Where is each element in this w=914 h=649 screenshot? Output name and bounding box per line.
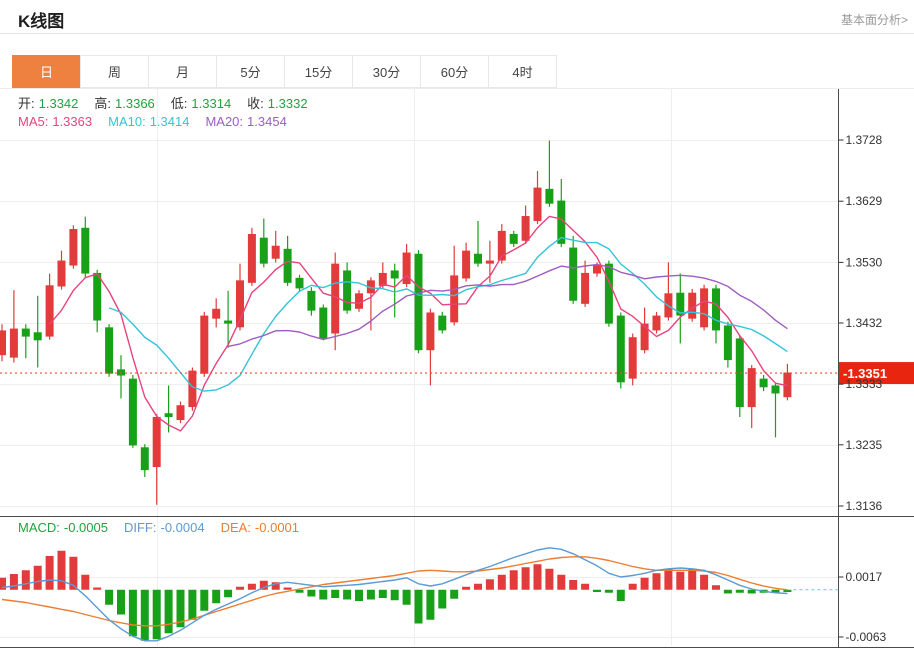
svg-text:1.3136: 1.3136 (846, 499, 883, 513)
ohlc-readout: 开: 1.3342 高: 1.3366 低:1.3314 收: 1.3332 (18, 93, 324, 112)
readout-label: 收: (247, 96, 264, 111)
readout-pair: MA5: 1.3363 (18, 114, 96, 129)
readout-label: 低: (171, 96, 188, 111)
readout-pair: MA20: 1.3454 (205, 114, 290, 129)
macd-readout: MACD: -0.0005 DIFF:-0.0004 DEA: -0.0001 (18, 520, 315, 535)
readout-value: -0.0004 (160, 520, 204, 535)
readout-value: -0.0005 (64, 520, 108, 535)
ma10-line (109, 238, 787, 392)
readout-value: -0.0001 (255, 520, 299, 535)
readout-label: MA5: (18, 114, 48, 129)
readout-value: 1.3414 (150, 114, 190, 129)
readout-pair: DIFF:-0.0004 (124, 520, 209, 535)
svg-text:1.3629: 1.3629 (846, 194, 883, 208)
readout-pair: 收: 1.3332 (247, 96, 311, 111)
readout-value: 1.3454 (247, 114, 287, 129)
readout-label: 高: (94, 96, 111, 111)
candles-layer (0, 141, 791, 505)
svg-text:0.0017: 0.0017 (846, 570, 883, 584)
readout-pair: 开: 1.3342 (18, 96, 82, 111)
readout-label: MA20: (205, 114, 243, 129)
svg-text:1.3432: 1.3432 (846, 316, 883, 330)
readout-pair: MA10: 1.3414 (108, 114, 193, 129)
readout-value: 1.3314 (191, 96, 231, 111)
readout-pair: DEA: -0.0001 (221, 520, 303, 535)
readout-pair: 高: 1.3366 (94, 96, 158, 111)
axis-frame (0, 89, 914, 648)
readout-value: 1.3366 (115, 96, 155, 111)
readout-value: 1.3363 (52, 114, 92, 129)
readout-label: 开: (18, 96, 35, 111)
readout-value: 1.3342 (39, 96, 79, 111)
svg-text:1.3530: 1.3530 (846, 255, 883, 269)
readout-label: MACD: (18, 520, 60, 535)
svg-text:1.3235: 1.3235 (846, 438, 883, 452)
gridlines (0, 89, 839, 646)
ma-readout: MA5: 1.3363 MA10: 1.3414 MA20: 1.3454 (18, 114, 303, 129)
readout-pair: MACD: -0.0005 (18, 520, 112, 535)
svg-text:1.3728: 1.3728 (846, 133, 883, 147)
readout-label: MA10: (108, 114, 146, 129)
price-axis-labels: 1.3728 1.3629 1.3530 1.3432 1.3333 1.3235 1.31… (839, 133, 887, 644)
readout-label: DIFF: (124, 520, 157, 535)
readout-pair: 低:1.3314 (171, 96, 235, 111)
readout-value: 1.3332 (268, 96, 308, 111)
svg-text:-0.0063: -0.0063 (846, 630, 887, 644)
readout-label: DEA: (221, 520, 251, 535)
kline-page: { "header": { "title": "K线图", "link_labe… (0, 0, 914, 649)
svg-text:1.3333: 1.3333 (846, 377, 883, 391)
